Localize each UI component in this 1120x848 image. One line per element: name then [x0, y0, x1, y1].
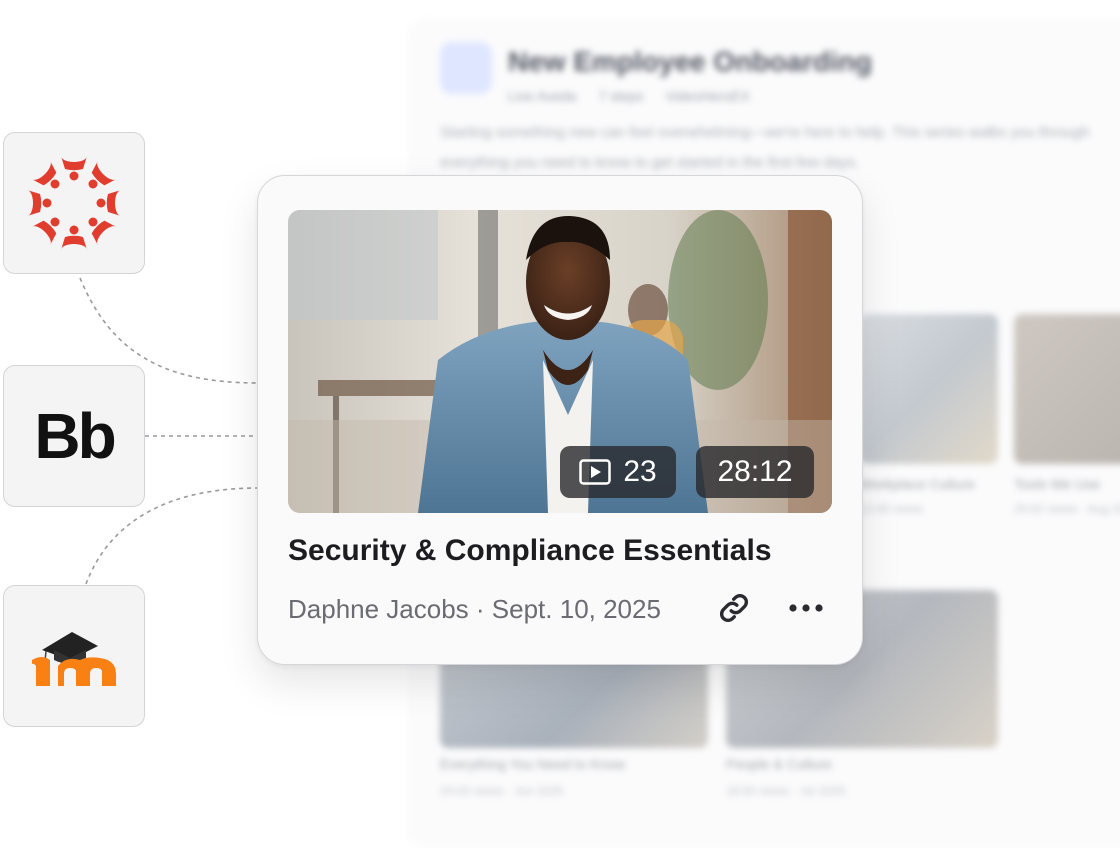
video-title[interactable]: Workplace Culture — [860, 476, 975, 492]
link-icon — [720, 594, 748, 622]
video-thumbnail[interactable]: 23 28:12 — [288, 210, 832, 513]
publish-date: Sept. 10, 2025 — [491, 594, 661, 624]
background-header: New Employee Onboarding Live Aveda 7 ste… — [440, 42, 872, 104]
copy-link-button[interactable] — [716, 590, 752, 626]
series-meta: Live Aveda 7 steps VideoHeroEX — [508, 88, 872, 104]
video-subtitle: 16:50 views · Jul 2025 — [726, 784, 846, 798]
video-subtitle: 12:40 views — [860, 502, 924, 516]
series-title: New Employee Onboarding — [508, 46, 873, 77]
blackboard-integration-tile[interactable]: Bb — [3, 365, 145, 507]
video-title[interactable]: Everything You Need to Know — [440, 756, 625, 772]
views-count: 23 — [623, 455, 657, 488]
video-title[interactable]: Tools We Use — [1014, 476, 1100, 492]
more-icon — [789, 604, 823, 612]
duration-text: 28:12 — [717, 455, 793, 488]
series-meta-steps: 7 steps — [598, 88, 644, 104]
canvas-integration-tile[interactable] — [3, 132, 145, 274]
video-title[interactable]: People & Culture — [726, 756, 832, 772]
moodle-integration-tile[interactable] — [3, 585, 145, 727]
video-title[interactable]: Security & Compliance Essentials — [288, 534, 772, 568]
series-description: Starting something new can feel overwhel… — [440, 124, 1090, 171]
meta-separator: · — [468, 594, 492, 624]
views-badge: 23 — [560, 446, 676, 498]
video-thumbnail[interactable] — [1014, 314, 1120, 464]
more-options-button[interactable] — [784, 590, 828, 626]
moodle-logo-icon — [32, 632, 116, 686]
canvas-logo-icon — [27, 156, 121, 250]
duration-badge: 28:12 — [696, 446, 814, 498]
video-thumbnail[interactable] — [860, 314, 998, 464]
play-icon — [579, 459, 612, 485]
series-meta-author: Live Aveda — [508, 88, 577, 104]
blackboard-logo: Bb — [34, 400, 116, 472]
video-card[interactable]: 23 28:12 Security & Compliance Essential… — [257, 175, 863, 665]
series-logo — [440, 42, 492, 94]
video-subtitle: 24:43 views · Jun 2025 — [440, 784, 564, 798]
video-meta: Daphne Jacobs · Sept. 10, 2025 — [288, 594, 661, 625]
video-subtitle: 25:02 views · Aug 2025 — [1014, 502, 1120, 516]
series-meta-owner: VideoHeroEX — [665, 88, 750, 104]
author-name: Daphne Jacobs — [288, 594, 469, 624]
